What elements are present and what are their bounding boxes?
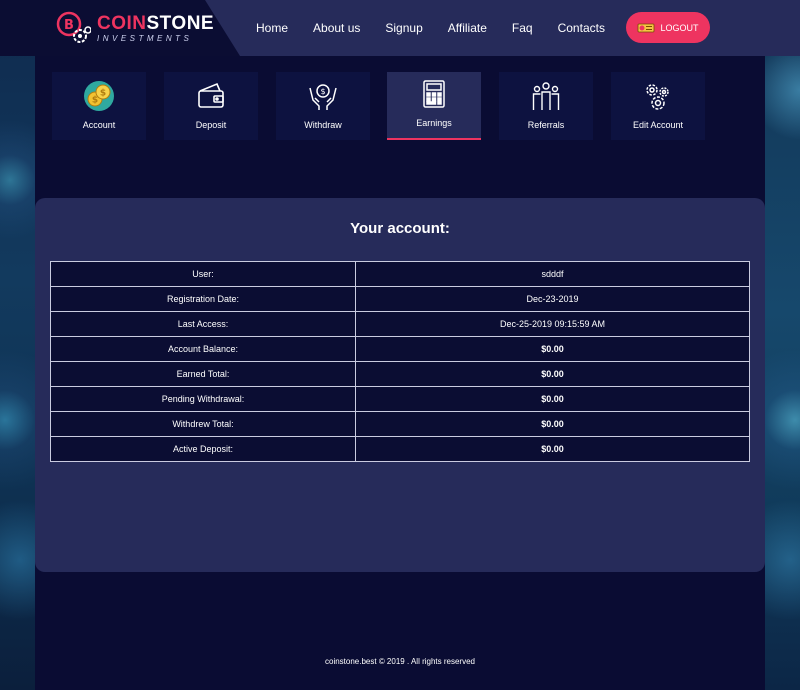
tile-account[interactable]: $ $ Account bbox=[52, 72, 146, 140]
nav-home[interactable]: Home bbox=[256, 21, 288, 35]
hands-coin-icon: $ bbox=[307, 80, 339, 112]
bitcoin-gear-icon: B bbox=[55, 10, 92, 46]
tile-referrals[interactable]: Referrals bbox=[499, 72, 593, 140]
row-label: User: bbox=[50, 261, 356, 287]
site-header: B COINSTONE INVESTMENTS Home About us Si… bbox=[0, 0, 800, 56]
tile-label: Deposit bbox=[195, 120, 227, 130]
row-value: sdddf bbox=[355, 261, 750, 287]
table-row: Earned Total: $0.00 bbox=[50, 361, 750, 387]
svg-text:$: $ bbox=[92, 96, 98, 106]
money-icon bbox=[637, 23, 655, 33]
row-value: $0.00 bbox=[355, 436, 750, 462]
background-right bbox=[760, 0, 800, 690]
row-label: Last Access: bbox=[50, 311, 356, 337]
nav-signup[interactable]: Signup bbox=[385, 21, 422, 35]
table-row: Withdrew Total: $0.00 bbox=[50, 411, 750, 437]
row-label: Registration Date: bbox=[50, 286, 356, 312]
table-row: Last Access: Dec-25-2019 09:15:59 AM bbox=[50, 311, 750, 337]
account-panel: Your account: User: sdddf Registration D… bbox=[35, 198, 765, 572]
row-label: Pending Withdrawal: bbox=[50, 386, 356, 412]
table-row: Account Balance: $0.00 bbox=[50, 336, 750, 362]
tile-label: Earnings bbox=[416, 118, 452, 128]
tile-label: Edit Account bbox=[632, 120, 684, 130]
brand-subtitle: INVESTMENTS bbox=[97, 33, 193, 43]
tile-earnings[interactable]: Earnings bbox=[387, 72, 481, 140]
wallet-icon bbox=[195, 80, 227, 112]
row-value: Dec-25-2019 09:15:59 AM bbox=[355, 311, 750, 337]
tile-edit-account[interactable]: Edit Account bbox=[611, 72, 705, 140]
row-label: Account Balance: bbox=[50, 336, 356, 362]
svg-text:B: B bbox=[64, 18, 74, 33]
nav-faq[interactable]: Faq bbox=[512, 21, 533, 35]
row-value: $0.00 bbox=[355, 386, 750, 412]
page-title: Your account: bbox=[350, 220, 450, 237]
tile-label: Referrals bbox=[527, 120, 565, 130]
tile-label: Withdraw bbox=[304, 120, 342, 130]
tile-deposit[interactable]: Deposit bbox=[164, 72, 258, 140]
tile-withdraw[interactable]: $ Withdraw bbox=[276, 72, 370, 140]
svg-text:$: $ bbox=[320, 87, 325, 96]
calculator-icon bbox=[418, 78, 450, 110]
table-row: Pending Withdrawal: $0.00 bbox=[50, 386, 750, 412]
logo[interactable]: B COINSTONE INVESTMENTS bbox=[0, 0, 240, 56]
table-row: Registration Date: Dec-23-2019 bbox=[50, 286, 750, 312]
main-nav: Home About us Signup Affiliate Faq Conta… bbox=[256, 0, 630, 56]
footer-copyright: coinstone.best © 2019 . All rights reser… bbox=[325, 657, 475, 666]
brand-title: COINSTONE bbox=[97, 12, 215, 34]
row-label: Active Deposit: bbox=[50, 436, 356, 462]
row-value: $0.00 bbox=[355, 361, 750, 387]
row-value: $0.00 bbox=[355, 411, 750, 437]
row-label: Withdrew Total: bbox=[50, 411, 356, 437]
nav-about-us[interactable]: About us bbox=[313, 21, 360, 35]
logout-label: LOGOUT bbox=[660, 22, 699, 33]
account-table: User: sdddf Registration Date: Dec-23-20… bbox=[50, 261, 750, 462]
people-icon bbox=[530, 80, 562, 112]
gears-icon bbox=[642, 80, 674, 112]
row-value: $0.00 bbox=[355, 336, 750, 362]
coins-icon: $ $ bbox=[83, 80, 115, 112]
nav-affiliate[interactable]: Affiliate bbox=[448, 21, 487, 35]
row-label: Earned Total: bbox=[50, 361, 356, 387]
svg-text:$: $ bbox=[100, 89, 106, 99]
logout-button[interactable]: LOGOUT bbox=[626, 12, 710, 43]
table-row: User: sdddf bbox=[50, 261, 750, 287]
tile-label: Account bbox=[82, 120, 116, 130]
background-left bbox=[0, 0, 40, 690]
nav-contacts[interactable]: Contacts bbox=[558, 21, 605, 35]
row-value: Dec-23-2019 bbox=[355, 286, 750, 312]
table-row: Active Deposit: $0.00 bbox=[50, 436, 750, 462]
